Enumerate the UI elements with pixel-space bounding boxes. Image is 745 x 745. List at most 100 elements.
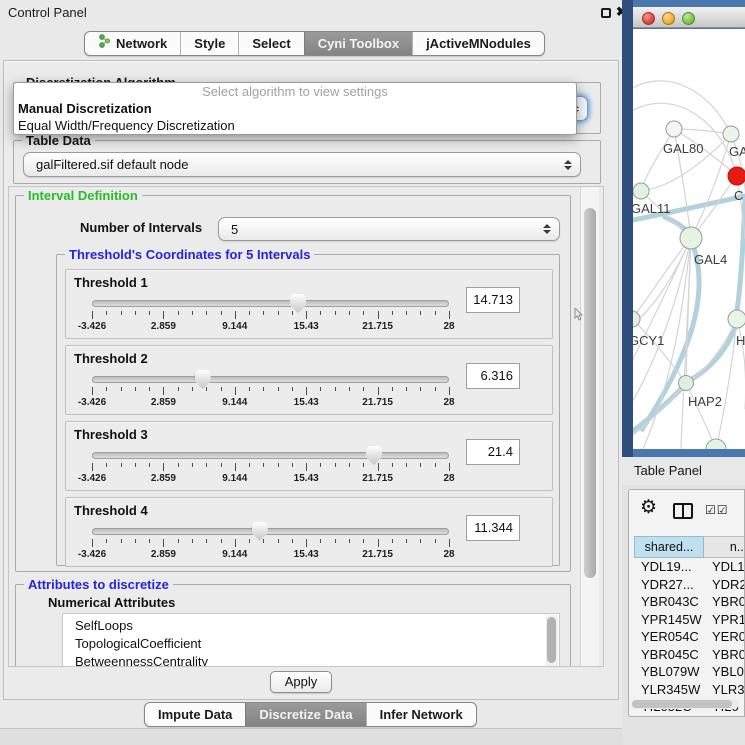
table-row[interactable]: YDL19...YDL1 — [634, 558, 745, 576]
slider-tick — [306, 539, 307, 547]
algorithm-dropdown-popup: Select algorithm to view settings Manual… — [13, 82, 577, 135]
cell-name: YDR2 — [704, 576, 745, 594]
tab-network[interactable]: Network — [85, 32, 180, 55]
slider-tick — [435, 387, 436, 391]
slider-tick — [292, 387, 293, 391]
network-node[interactable] — [633, 183, 649, 199]
slider-tick — [335, 463, 336, 467]
threshold-value-field[interactable]: 21.4 — [466, 439, 520, 465]
attribute-item[interactable]: SelfLoops — [63, 617, 559, 635]
vertical-scrollbar[interactable] — [580, 187, 599, 666]
slider-tick-label: -3.426 — [78, 549, 106, 560]
column-header-shared[interactable]: shared... — [634, 536, 704, 558]
close-traffic-light[interactable] — [642, 12, 655, 25]
minimize-traffic-light[interactable] — [662, 12, 675, 25]
slider-tick — [278, 387, 279, 391]
slider-tick-label: 21.715 — [362, 321, 393, 332]
tab-label: Cyni Toolbox — [318, 32, 399, 55]
slider-tick — [106, 311, 107, 315]
slider-tick — [278, 463, 279, 467]
threshold-panel: Threshold 4 -3.4262.8599.14415.4321.7152… — [65, 497, 553, 567]
slider-tick — [320, 463, 321, 467]
threshold-value-field[interactable]: 6.316 — [466, 363, 520, 389]
slider-tick — [249, 539, 250, 543]
slider-tick — [320, 311, 321, 315]
slider-tick-label: 28 — [443, 549, 454, 560]
tab-infer-network[interactable]: Infer Network — [366, 703, 476, 726]
slider-tick — [320, 539, 321, 543]
network-node[interactable] — [706, 439, 726, 449]
table-row[interactable]: YLR345WYLR3 — [634, 681, 745, 699]
threshold-label: Threshold 2 — [74, 351, 148, 366]
list-scrollbar[interactable] — [546, 615, 558, 667]
slider-tick — [335, 539, 336, 543]
zoom-traffic-light[interactable] — [682, 12, 695, 25]
network-canvas[interactable]: GAL80GACGAL11GAL4GCY1HHAP2 — [633, 29, 745, 449]
slider-tick-label: 28 — [443, 397, 454, 408]
slider-tick-marks — [92, 311, 449, 320]
table-row[interactable]: YBR045CYBR0 — [634, 646, 745, 664]
threshold-label: Threshold 1 — [74, 275, 148, 290]
slider-tick-label: 21.715 — [362, 549, 393, 560]
slider-track[interactable] — [92, 376, 449, 383]
group-title: Attributes to discretize — [24, 577, 173, 592]
network-window-titlebar[interactable] — [633, 7, 745, 28]
slider-tick-label-row: -3.4262.8599.14415.4321.71528 — [92, 473, 449, 485]
slider-tick-label: 2.859 — [151, 397, 176, 408]
slider-tick — [406, 311, 407, 315]
table-row[interactable]: YPR145WYPR1 — [634, 611, 745, 629]
tab-select[interactable]: Select — [238, 32, 303, 55]
table-row[interactable]: YBR043CYBR0 — [634, 593, 745, 611]
apply-button[interactable]: Apply — [270, 671, 332, 693]
slider-tick-label: -3.426 — [78, 397, 106, 408]
network-node-label: GAL4 — [694, 252, 727, 267]
tab-impute-data[interactable]: Impute Data — [145, 703, 245, 726]
dropdown-option-equal-width[interactable]: Equal Width/Frequency Discretization — [14, 117, 576, 134]
network-node[interactable] — [633, 311, 640, 327]
slider-track[interactable] — [92, 452, 449, 459]
slider-tick-label: 9.144 — [222, 549, 247, 560]
slider-tick — [363, 311, 364, 315]
checkbox-icons[interactable]: ☑☑ — [705, 503, 729, 517]
horizontal-scrollbar[interactable] — [631, 699, 739, 709]
slider-tick — [392, 539, 393, 543]
float-window-icon[interactable] — [601, 8, 611, 18]
network-node[interactable] — [728, 167, 745, 185]
column-header-name[interactable]: n... — [704, 536, 745, 558]
slider-track[interactable] — [92, 528, 449, 535]
gear-icon[interactable]: ⚙ — [640, 498, 657, 518]
slider-tick — [363, 387, 364, 391]
threshold-value-field[interactable]: 11.344 — [466, 515, 520, 541]
network-icon — [98, 32, 111, 55]
slider-tick — [121, 463, 122, 467]
network-node[interactable] — [666, 121, 682, 137]
slider-tick — [335, 311, 336, 315]
scrollbar-thumb[interactable] — [632, 700, 732, 708]
dropdown-option-manual[interactable]: Manual Discretization — [14, 100, 576, 117]
table-row[interactable]: YER054CYER0 — [634, 628, 745, 646]
tab-cyni-toolbox[interactable]: Cyni Toolbox — [304, 32, 412, 55]
slider-track[interactable] — [92, 300, 449, 307]
scrollbar-thumb[interactable] — [584, 208, 596, 578]
tab-style[interactable]: Style — [180, 32, 238, 55]
slider-tick — [163, 539, 164, 547]
threshold-value-field[interactable]: 14.713 — [466, 287, 520, 313]
attribute-item[interactable]: BetweennessCentrality — [63, 653, 559, 667]
attributes-group: Attributes to discretize Numerical Attri… — [15, 584, 571, 667]
network-node[interactable] — [679, 376, 694, 391]
slider-tick — [378, 539, 379, 547]
network-node-label: H — [736, 333, 745, 348]
tab-jactivemnodules[interactable]: jActiveMNodules — [412, 32, 544, 55]
network-node[interactable] — [728, 310, 745, 328]
network-node[interactable] — [723, 126, 739, 142]
num-intervals-combo[interactable]: 5 — [218, 217, 560, 241]
network-node[interactable] — [680, 227, 702, 249]
list-scrollbar-thumb[interactable] — [547, 617, 556, 663]
tab-discretize-data[interactable]: Discretize Data — [245, 703, 365, 726]
table-row[interactable]: YDR27...YDR2 — [634, 576, 745, 594]
table-row[interactable]: YBL079WYBL0 — [634, 663, 745, 681]
slider-tick-marks — [92, 387, 449, 396]
table-data-combo[interactable]: galFiltered.sif default node — [23, 152, 581, 177]
columns-icon[interactable] — [673, 503, 693, 519]
attribute-item[interactable]: TopologicalCoefficient — [63, 635, 559, 653]
